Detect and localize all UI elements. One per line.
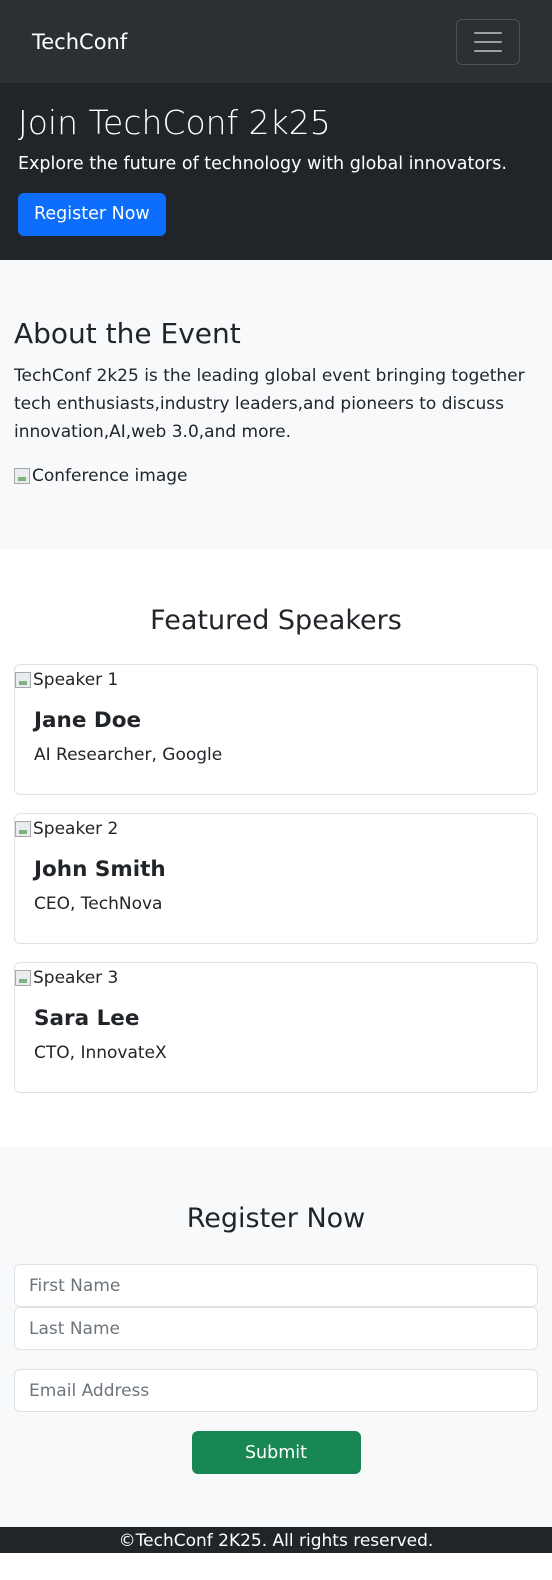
about-heading: About the Event [14,317,241,350]
navbar-brand[interactable]: TechConf [32,30,127,54]
speaker-image-alt: Speaker 3 [33,968,119,988]
speaker-card: Speaker 2 John Smith CEO, TechNova [14,813,538,944]
about-section: About the Event TechConf 2k25 is the lea… [0,260,552,549]
broken-image-icon [15,821,31,837]
hamburger-menu-icon [474,31,502,34]
speaker-role: AI Researcher, Google [34,745,223,765]
speaker-card: Speaker 1 Jane Doe AI Researcher, Google [14,664,538,795]
navbar-toggler-button[interactable] [456,18,520,65]
hero-section: Join TechConf 2k25 Explore the future of… [0,83,552,260]
speaker-image-alt: Speaker 1 [33,670,119,690]
speaker-name: Sara Lee [34,1006,140,1031]
speaker-card-body: Sara Lee CTO, InnovateX [15,1004,537,1063]
navbar: TechConf [0,0,552,83]
speaker-image-alt: Speaker 2 [33,819,119,839]
broken-image-icon [15,672,31,688]
hero-subtitle: Explore the future of technology with gl… [18,154,507,174]
submit-button[interactable]: Submit [191,1431,361,1474]
register-now-button[interactable]: Register Now [18,193,166,236]
conference-image-alt: Conference image [32,466,188,486]
speaker-role: CTO, InnovateX [34,1043,167,1063]
footer-text: ©TechConf 2K25. All rights reserved. [118,1531,434,1551]
register-heading: Register Now [186,1203,366,1234]
speaker-image: Speaker 2 [15,819,537,839]
speaker-card-body: Jane Doe AI Researcher, Google [15,706,537,765]
speaker-card-body: John Smith CEO, TechNova [15,855,537,914]
speaker-image: Speaker 1 [15,670,537,690]
email-field[interactable] [14,1369,538,1412]
first-name-field[interactable] [14,1264,538,1307]
broken-image-icon [15,970,31,986]
register-section: Register Now Submit [0,1147,552,1527]
broken-image-icon [14,468,30,484]
speaker-image: Speaker 3 [15,968,537,988]
conference-image: Conference image [14,466,538,486]
about-text: TechConf 2k25 is the leading global even… [14,366,525,442]
hero-title: Join TechConf 2k25 [18,103,331,142]
speaker-name: Jane Doe [34,708,142,733]
speaker-role: CEO, TechNova [34,894,163,914]
footer: ©TechConf 2K25. All rights reserved. [0,1527,552,1553]
speaker-card: Speaker 3 Sara Lee CTO, InnovateX [14,962,538,1093]
speakers-section: Featured Speakers Speaker 1 Jane Doe AI … [0,549,552,1147]
speakers-heading: Featured Speakers [150,605,402,636]
last-name-field[interactable] [14,1307,538,1350]
speaker-name: John Smith [34,857,166,882]
